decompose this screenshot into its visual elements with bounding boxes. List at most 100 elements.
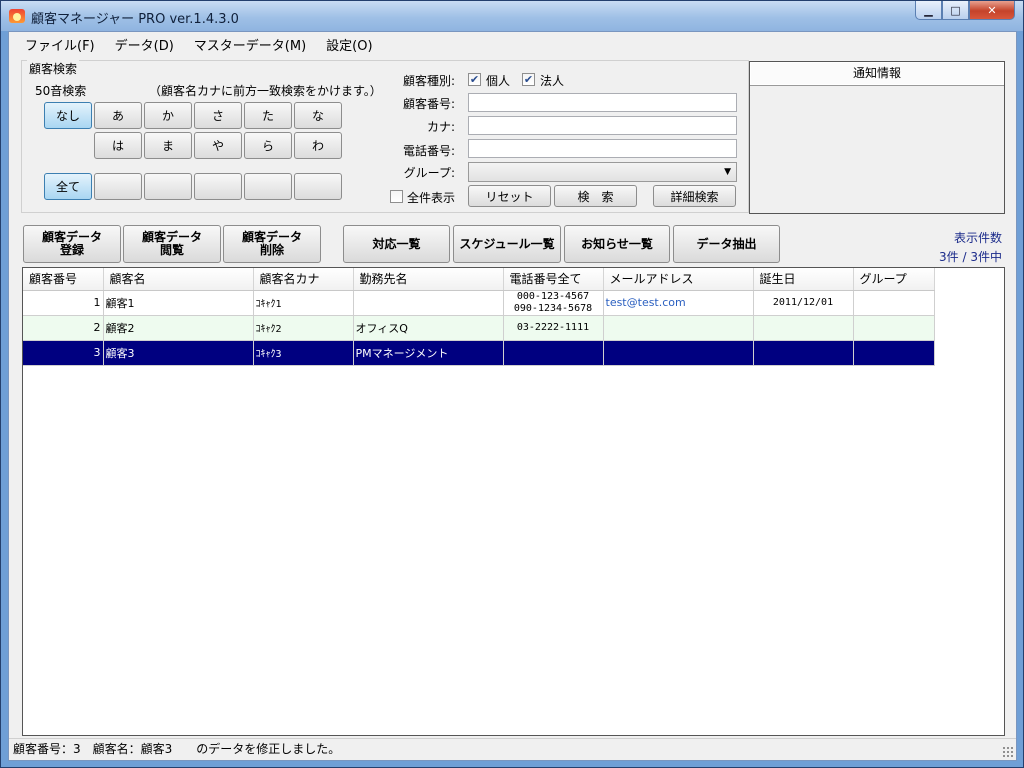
kana-button-blank-1[interactable] [94,173,142,200]
cell-group [853,315,935,341]
kana-button-ha[interactable]: は [94,132,142,159]
column-header-email[interactable]: メールアドレス [603,268,754,291]
cell-company: PMマネージメント [353,340,504,366]
kana-search-note: （顧客名カナに前方一致検索をかけます。） [149,84,382,98]
column-header-kana[interactable]: 顧客名カナ [253,268,354,291]
cell-id: 3 [23,340,104,366]
customer-number-label: 顧客番号: [402,97,455,111]
title-bar[interactable]: 顧客マネージャー PRO ver.1.4.3.0 ▁ □ ✕ [1,1,1023,31]
corporate-label: 法人 [540,74,565,88]
column-header-company[interactable]: 勤務先名 [353,268,504,291]
kana-button-all[interactable]: 全て [44,173,92,200]
kana-field-label: カナ: [426,120,455,134]
minimize-icon: ▁ [924,3,933,17]
kana-button-ta[interactable]: た [244,102,292,129]
group-select[interactable]: ▼ [468,162,737,182]
app-logo-icon [9,9,25,23]
column-header-id[interactable]: 顧客番号 [23,268,104,291]
phone-label: 電話番号: [402,144,455,158]
menu-settings[interactable]: 設定(O) [318,33,380,56]
delete-customer-button[interactable]: 顧客データ 削除 [223,225,321,263]
cell-email [603,340,754,366]
display-count-label: 表示件数 [953,231,1002,245]
cell-name: 顧客1 [103,290,254,316]
kana-button-none[interactable]: なし [44,102,92,129]
customer-grid: 顧客番号 顧客名 顧客名カナ 勤務先名 電話番号全て メールアドレス 誕生日 グ… [22,267,1005,736]
phone-input[interactable] [468,139,737,158]
cell-birthday [753,315,854,341]
cell-group [853,340,935,366]
kana-button-ya[interactable]: や [194,132,242,159]
menu-bar: ファイル(F) データ(D) マスターデータ(M) 設定(O) [9,32,1016,56]
cell-company [353,290,504,316]
status-message: 顧客番号：3 顧客名：顧客3 のデータを修正しました。 [13,742,341,756]
search-group-legend: 顧客検索 [27,60,80,77]
response-list-button[interactable]: 対応一覧 [343,225,450,263]
kana-button-blank-4[interactable] [244,173,292,200]
menu-file[interactable]: ファイル(F) [17,33,103,56]
table-row-selected[interactable]: 3 顧客3 ｺｷｬｸ3 PMマネージメント [23,340,935,366]
individual-checkbox[interactable]: ✔ [468,73,481,86]
check-icon: ✔ [469,73,480,86]
column-header-group[interactable]: グループ [853,268,935,291]
grid-header-row: 顧客番号 顧客名 顧客名カナ 勤務先名 電話番号全て メールアドレス 誕生日 グ… [23,268,935,291]
show-all-label: 全件表示 [407,191,456,205]
detail-search-button[interactable]: 詳細検索 [653,185,736,207]
cell-phone: 03-2222-1111 [503,315,604,341]
corporate-checkbox[interactable]: ✔ [522,73,535,86]
group-label: グループ: [403,166,455,180]
cell-phone-line: 090-1234-5678 [513,302,593,314]
schedule-list-button[interactable]: スケジュール一覧 [453,225,561,263]
cell-name: 顧客2 [103,315,254,341]
kana-button-ma[interactable]: ま [144,132,192,159]
cell-company: オフィスQ [353,315,504,341]
table-row[interactable]: 1 顧客1 ｺｷｬｸ1 000-123-4567 090-1234-5678 t… [23,290,935,316]
kana-button-sa[interactable]: さ [194,102,242,129]
cell-phone-line: 000-123-4567 [516,290,590,302]
cell-phone: 000-123-4567 090-1234-5678 [503,290,604,316]
customer-number-input[interactable] [468,93,737,112]
notice-header: 通知情報 [750,62,1004,86]
app-window: 顧客マネージャー PRO ver.1.4.3.0 ▁ □ ✕ ファイル(F) デ… [0,0,1024,768]
resize-grip-icon[interactable] [1002,746,1014,758]
menu-data[interactable]: データ(D) [107,33,182,56]
individual-label: 個人 [486,74,511,88]
kana-button-blank-2[interactable] [144,173,192,200]
kana-button-na[interactable]: な [294,102,342,129]
table-row[interactable]: 2 顧客2 ｺｷｬｸ2 オフィスQ 03-2222-1111 [23,315,935,341]
kana-button-blank-3[interactable] [194,173,242,200]
browse-customer-button[interactable]: 顧客データ 閲覧 [123,225,221,263]
search-button[interactable]: 検 索 [554,185,637,207]
customer-table: 顧客番号 顧客名 顧客名カナ 勤務先名 電話番号全て メールアドレス 誕生日 グ… [23,268,935,366]
register-customer-button[interactable]: 顧客データ 登録 [23,225,121,263]
cell-phone [503,340,604,366]
maximize-button[interactable]: □ [942,1,969,20]
cell-name: 顧客3 [103,340,254,366]
cell-kana: ｺｷｬｸ2 [253,315,354,341]
kana-button-ka[interactable]: か [144,102,192,129]
close-icon: ✕ [987,3,997,17]
kana-button-blank-5[interactable] [294,173,342,200]
kana-button-wa[interactable]: わ [294,132,342,159]
close-button[interactable]: ✕ [969,1,1015,20]
cell-email [603,315,754,341]
cell-id: 2 [23,315,104,341]
cell-kana: ｺｷｬｸ1 [253,290,354,316]
window-title: 顧客マネージャー PRO ver.1.4.3.0 [31,12,239,27]
kana-button-a[interactable]: あ [94,102,142,129]
data-extract-button[interactable]: データ抽出 [673,225,780,263]
column-header-phone[interactable]: 電話番号全て [503,268,604,291]
customer-type-label: 顧客種別: [402,74,455,88]
column-header-birthday[interactable]: 誕生日 [753,268,854,291]
minimize-button[interactable]: ▁ [915,1,942,20]
menu-master-data[interactable]: マスターデータ(M) [186,33,314,56]
column-header-name[interactable]: 顧客名 [103,268,254,291]
display-count-value: 3件 / 3件中 [939,250,1002,264]
show-all-checkbox[interactable] [390,190,403,203]
kana-input[interactable] [468,116,737,135]
notice-list-button[interactable]: お知らせ一覧 [564,225,670,263]
kana-button-ra[interactable]: ら [244,132,292,159]
window-controls: ▁ □ ✕ [915,1,1015,20]
reset-button[interactable]: リセット [468,185,551,207]
check-icon: ✔ [523,73,534,86]
